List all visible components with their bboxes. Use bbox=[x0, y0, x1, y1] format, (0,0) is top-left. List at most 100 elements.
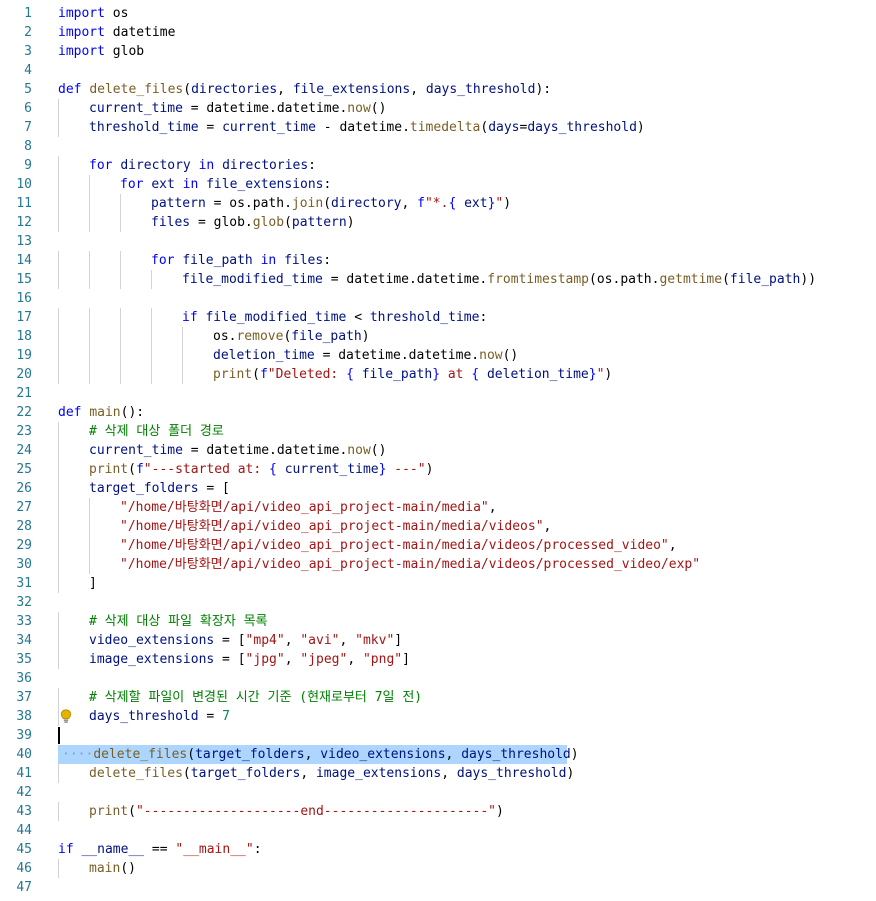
code-line[interactable]: 28 "/home/바탕화면/api/video_api_project-main… bbox=[0, 517, 876, 536]
code-line[interactable]: 39 bbox=[0, 726, 876, 745]
code-line[interactable]: 45 if __name__ == "__main__": bbox=[0, 840, 876, 859]
code-line[interactable]: 16 bbox=[0, 289, 876, 308]
code-token: } bbox=[432, 367, 441, 382]
code-line[interactable]: 25 print(f"---started at: { current_time}… bbox=[0, 460, 876, 479]
indent-guide bbox=[58, 498, 59, 517]
indent-guide bbox=[58, 707, 59, 726]
code-line[interactable]: 41 delete_files(target_folders, image_ext… bbox=[0, 764, 876, 783]
indent-guide bbox=[58, 213, 59, 232]
code-line[interactable]: 22 def main(): bbox=[0, 403, 876, 422]
code-line[interactable]: 30 "/home/바탕화면/api/video_api_project-main… bbox=[0, 555, 876, 574]
code-line[interactable]: 34 video_extensions = ["mp4", "avi", "mkv… bbox=[0, 631, 876, 650]
code-line[interactable]: 23 # 삭제 대상 폴더 경로 bbox=[0, 422, 876, 441]
indent-guide bbox=[58, 441, 59, 460]
code-line[interactable]: 4 bbox=[0, 61, 876, 80]
code-line[interactable]: 9 for directory in directories: bbox=[0, 156, 876, 175]
code-line[interactable]: 36 bbox=[0, 669, 876, 688]
code-line[interactable]: 40 ····delete_files(target_folders, video… bbox=[0, 745, 876, 764]
code-token: days_threshold bbox=[461, 747, 571, 762]
code-line[interactable]: 8 bbox=[0, 137, 876, 156]
code-line[interactable]: 24 current_time = datetime.datetime.now() bbox=[0, 441, 876, 460]
indent-guide bbox=[58, 156, 59, 175]
code-token: join bbox=[291, 196, 324, 211]
code-line[interactable]: 33 # 삭제 대상 파일 확장자 목록 bbox=[0, 612, 876, 631]
code-line[interactable]: 13 bbox=[0, 232, 876, 251]
code-line[interactable]: 31] bbox=[0, 574, 876, 593]
code-token: delete_files bbox=[89, 766, 183, 781]
code-editor[interactable]: 1 import os 2 import datetime 3 import glob 4 5… bbox=[0, 0, 876, 901]
code-token: ( bbox=[252, 367, 260, 382]
code-token: deletion_time bbox=[213, 348, 315, 363]
code-line[interactable]: 37 # 삭제할 파일이 변경된 시간 기준 (현재로부터 7일 전) bbox=[0, 688, 876, 707]
code-line[interactable]: 12 files = glob.glob(pattern) bbox=[0, 213, 876, 232]
code-token: image_extensions bbox=[315, 766, 442, 781]
code-token: ( bbox=[128, 804, 136, 819]
indent-guide bbox=[58, 859, 59, 878]
code-line[interactable]: 18 os.remove(file_path) bbox=[0, 327, 876, 346]
code-line[interactable]: 29 "/home/바탕화면/api/video_api_project-main… bbox=[0, 536, 876, 555]
code-line[interactable]: 47 bbox=[0, 878, 876, 897]
indent-guide bbox=[58, 536, 59, 555]
code-text: # 삭제할 파일이 변경된 시간 기준 (현재로부터 7일 전) bbox=[89, 688, 422, 707]
indent-guide bbox=[120, 270, 121, 289]
code-line[interactable]: 3 import glob bbox=[0, 42, 876, 61]
code-token: os. bbox=[213, 329, 237, 344]
indent-guide bbox=[58, 175, 59, 194]
code-line[interactable]: 1 import os bbox=[0, 4, 876, 23]
code-token: "/home/바탕화면/api/video_api_project-main/m… bbox=[120, 538, 669, 553]
line-number: 46 bbox=[16, 861, 32, 876]
code-line[interactable]: 46 main() bbox=[0, 859, 876, 878]
code-line[interactable]: 19 deletion_time = datetime.datetime.now(… bbox=[0, 346, 876, 365]
code-line[interactable]: 42 bbox=[0, 783, 876, 802]
indent-guide bbox=[120, 194, 121, 213]
code-token: video_extensions bbox=[89, 633, 215, 648]
code-line[interactable]: 10 for ext in file_extensions: bbox=[0, 175, 876, 194]
code-line[interactable]: 38 days_threshold = 7 bbox=[0, 707, 876, 726]
indent-guide bbox=[89, 536, 90, 555]
code-line[interactable]: 11 pattern = os.path.join(directory, f"*.… bbox=[0, 194, 876, 213]
code-token: ( bbox=[284, 215, 292, 230]
code-token: print bbox=[89, 462, 129, 477]
code-token: days_threshold bbox=[456, 766, 567, 781]
code-line[interactable]: 27 "/home/바탕화면/api/video_api_project-main… bbox=[0, 498, 876, 517]
lightbulb-icon[interactable] bbox=[60, 709, 72, 724]
line-number: 9 bbox=[24, 158, 32, 173]
code-token: (): bbox=[120, 405, 145, 420]
line-number: 21 bbox=[16, 386, 32, 401]
code-line[interactable]: 2 import datetime bbox=[0, 23, 876, 42]
code-line[interactable]: 32 bbox=[0, 593, 876, 612]
indent-guide bbox=[58, 612, 59, 631]
code-line[interactable]: 7 threshold_time = current_time - datetim… bbox=[0, 118, 876, 137]
code-token: "__main__" bbox=[175, 842, 254, 857]
code-line[interactable]: 17 if file_modified_time < threshold_time… bbox=[0, 308, 876, 327]
code-token: import bbox=[58, 6, 113, 21]
code-token: days_threshold bbox=[425, 82, 536, 97]
code-text: print("--------------------end----------… bbox=[89, 802, 504, 821]
code-token: f bbox=[417, 196, 425, 211]
code-line[interactable]: 6 current_time = datetime.datetime.now() bbox=[0, 99, 876, 118]
code-token: : bbox=[253, 842, 262, 857]
code-token: ( bbox=[182, 766, 191, 781]
code-token: ): bbox=[535, 82, 552, 97]
code-line[interactable]: 35 image_extensions = ["jpg", "jpeg", "pn… bbox=[0, 650, 876, 669]
code-text: threshold_time = current_time - datetime… bbox=[89, 118, 645, 137]
code-line[interactable]: 26 target_folders = [ bbox=[0, 479, 876, 498]
code-token: "---started at: bbox=[143, 462, 270, 477]
code-token: = [ bbox=[198, 481, 230, 496]
line-number: 34 bbox=[16, 633, 32, 648]
code-line[interactable]: 43 print("--------------------end--------… bbox=[0, 802, 876, 821]
line-number: 26 bbox=[16, 481, 32, 496]
code-line[interactable]: 21 bbox=[0, 384, 876, 403]
indent-guide bbox=[89, 213, 90, 232]
code-text: video_extensions = ["mp4", "avi", "mkv"] bbox=[89, 631, 402, 650]
code-line[interactable]: 15 file_modified_time = datetime.datetime… bbox=[0, 270, 876, 289]
code-line[interactable]: 20 print(f"Deleted: { file_path} at { del… bbox=[0, 365, 876, 384]
code-text: current_time = datetime.datetime.now() bbox=[89, 99, 386, 118]
line-number: 38 bbox=[16, 709, 32, 724]
code-line[interactable]: 44 bbox=[0, 821, 876, 840]
code-token: ext bbox=[464, 196, 488, 211]
code-line[interactable]: 5 def delete_files(directories, file_exte… bbox=[0, 80, 876, 99]
code-token: video_extensions bbox=[320, 747, 446, 762]
code-line[interactable]: 14 for file_path in files: bbox=[0, 251, 876, 270]
